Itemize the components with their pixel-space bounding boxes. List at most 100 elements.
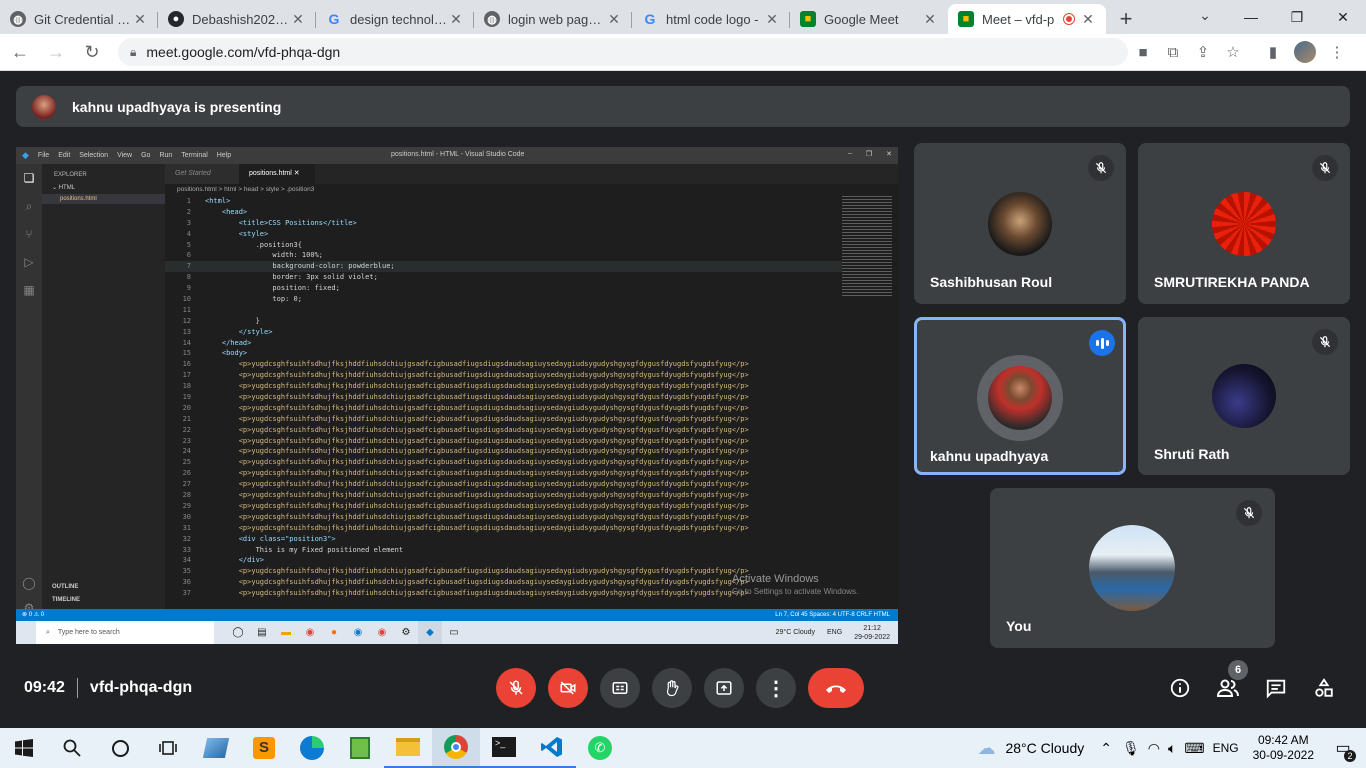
captions-button[interactable]	[600, 668, 640, 708]
search-icon[interactable]: ⌕	[16, 192, 42, 220]
back-button[interactable]: ←	[4, 36, 36, 68]
menu-item[interactable]: Edit	[58, 152, 70, 159]
browser-tab-active[interactable]: ■ Meet – vfd-p ✕	[948, 4, 1106, 34]
run-debug-icon[interactable]: ▷	[16, 248, 42, 276]
task-view-icon[interactable]: ◯	[226, 621, 250, 644]
chrome-icon[interactable]: ◉	[298, 621, 322, 644]
editor-status[interactable]: Ln 7, Col 45 Spaces: 4 UTF-8 CRLF HTML	[775, 609, 890, 621]
chat-button[interactable]	[1263, 675, 1289, 701]
file-positions-html[interactable]: positions.html	[42, 194, 165, 204]
settings-gear-icon[interactable]: ⚙	[394, 621, 418, 644]
taskbar-app[interactable]: >_	[480, 728, 528, 768]
close-window-button[interactable]: ✕	[1320, 0, 1366, 34]
camera-icon[interactable]: ■	[1128, 37, 1158, 67]
task-view-button[interactable]	[144, 728, 192, 768]
clock[interactable]: 09:42 AM 30-09-2022	[1253, 733, 1314, 763]
close-icon[interactable]: ✕	[764, 11, 780, 28]
more-options-button[interactable]: ⋮	[756, 668, 796, 708]
browser-tab[interactable]: ■ Google Meet ✕	[790, 4, 948, 34]
close-icon[interactable]: ✕	[606, 11, 622, 28]
browser-tab[interactable]: ◍ Git Credential Ma ✕	[0, 4, 158, 34]
leave-call-button[interactable]	[808, 668, 864, 708]
participant-tile[interactable]: Shruti Rath	[1138, 317, 1350, 475]
menu-dots-icon[interactable]: ⋮	[1322, 37, 1352, 67]
outline-section[interactable]: OUTLINE	[52, 584, 78, 590]
terminal-icon[interactable]: ▭	[442, 621, 466, 644]
camera-toggle-button[interactable]	[548, 668, 588, 708]
taskbar-app[interactable]	[528, 728, 576, 768]
taskbar-app[interactable]: ✆	[576, 728, 624, 768]
tab-search-button[interactable]: ⌄	[1190, 0, 1220, 30]
app-icon[interactable]: ●	[322, 621, 346, 644]
new-tab-button[interactable]: +	[1106, 4, 1146, 34]
vscode-icon[interactable]: ◆	[418, 621, 442, 644]
language-text[interactable]: ENG	[1213, 741, 1239, 755]
participant-tile[interactable]: Sashibhusan Roul	[914, 143, 1126, 304]
side-panel-icon[interactable]: ▮	[1258, 37, 1288, 67]
taskbar-app[interactable]	[336, 728, 384, 768]
search-button[interactable]	[48, 728, 96, 768]
raise-hand-button[interactable]	[652, 668, 692, 708]
menu-item[interactable]: Go	[141, 152, 150, 159]
meeting-details-button[interactable]	[1167, 675, 1193, 701]
source-control-icon[interactable]: ⑂	[16, 220, 42, 248]
tab-get-started[interactable]: Get Started	[165, 164, 239, 184]
keyboard-icon[interactable]: ⌨	[1184, 740, 1204, 757]
menu-item[interactable]: File	[38, 152, 49, 159]
taskbar-app[interactable]: S	[240, 728, 288, 768]
browser-tab[interactable]: ◍ login web page.h ✕	[474, 4, 632, 34]
menu-item[interactable]: Selection	[79, 152, 108, 159]
microphone-icon[interactable]: 🎙︎	[1122, 740, 1140, 757]
bookmark-star-icon[interactable]: ☆	[1218, 37, 1248, 67]
minimize-icon[interactable]: –	[848, 150, 852, 158]
profile-avatar[interactable]	[1294, 41, 1316, 63]
folder-html[interactable]: ⌄ HTML	[42, 178, 165, 191]
code-editor[interactable]: 1 <html> 2 <head> 3 <title>CSS Positions</t…	[165, 196, 855, 609]
menu-item[interactable]: Run	[159, 152, 172, 159]
browser-tab[interactable]: Gdesign technolog ✕	[316, 4, 474, 34]
problems-status[interactable]: ⊗ 0 ⚠ 0	[22, 609, 44, 621]
restore-icon[interactable]: ❐	[866, 150, 872, 158]
chrome-icon[interactable]: ◉	[370, 621, 394, 644]
share-icon[interactable]: ⇪	[1188, 37, 1218, 67]
close-icon[interactable]: ✕	[290, 11, 306, 28]
minimize-button[interactable]: —	[1228, 0, 1274, 34]
taskbar-app[interactable]	[384, 728, 432, 768]
file-explorer-icon[interactable]: ▬	[274, 621, 298, 644]
taskbar-app[interactable]	[192, 728, 240, 768]
minimap[interactable]	[842, 196, 892, 296]
close-icon[interactable]: ✕	[294, 170, 300, 177]
widgets-icon[interactable]: ▤	[250, 621, 274, 644]
tab-positions-html[interactable]: positions.html ✕	[239, 164, 315, 184]
close-icon[interactable]: ✕	[886, 150, 892, 158]
menu-item[interactable]: Help	[217, 152, 231, 159]
chevron-up-icon[interactable]: ⌃	[1100, 740, 1112, 757]
language-text[interactable]: ENG	[827, 629, 842, 636]
browser-tab[interactable]: ● Debashish2022/M ✕	[158, 4, 316, 34]
close-icon[interactable]: ✕	[1080, 11, 1096, 28]
taskbar-app[interactable]	[288, 728, 336, 768]
restore-button[interactable]: ❐	[1274, 0, 1320, 34]
notification-icon[interactable]: ▭ 2	[1328, 738, 1358, 762]
cortana-button[interactable]	[96, 728, 144, 768]
menu-item[interactable]: View	[117, 152, 132, 159]
browser-tab[interactable]: Ghtml code logo - ✕	[632, 4, 790, 34]
participant-tile[interactable]: SMRUTIREKHA PANDA	[1138, 143, 1350, 304]
open-external-icon[interactable]: ⧉	[1158, 37, 1188, 67]
files-icon[interactable]: ❏	[16, 164, 42, 192]
mic-toggle-button[interactable]	[496, 668, 536, 708]
timeline-section[interactable]: TIMELINE	[52, 597, 80, 603]
activities-button[interactable]	[1311, 675, 1337, 701]
close-icon[interactable]: ✕	[448, 11, 464, 28]
weather-text[interactable]: 29°C Cloudy	[776, 629, 815, 636]
edge-icon[interactable]: ◉	[346, 621, 370, 644]
participant-tile-self[interactable]: You	[990, 488, 1275, 648]
inner-clock[interactable]: 21:12 29-09-2022	[854, 624, 890, 642]
close-icon[interactable]: ✕	[922, 11, 938, 28]
forward-button[interactable]: →	[40, 36, 72, 68]
wifi-icon[interactable]: ◠	[1148, 740, 1160, 757]
participant-tile-speaking[interactable]: kahnu upadhyaya	[914, 317, 1126, 475]
close-icon[interactable]: ✕	[132, 11, 148, 28]
start-button[interactable]	[0, 728, 48, 768]
account-icon[interactable]: ◯	[16, 569, 42, 597]
